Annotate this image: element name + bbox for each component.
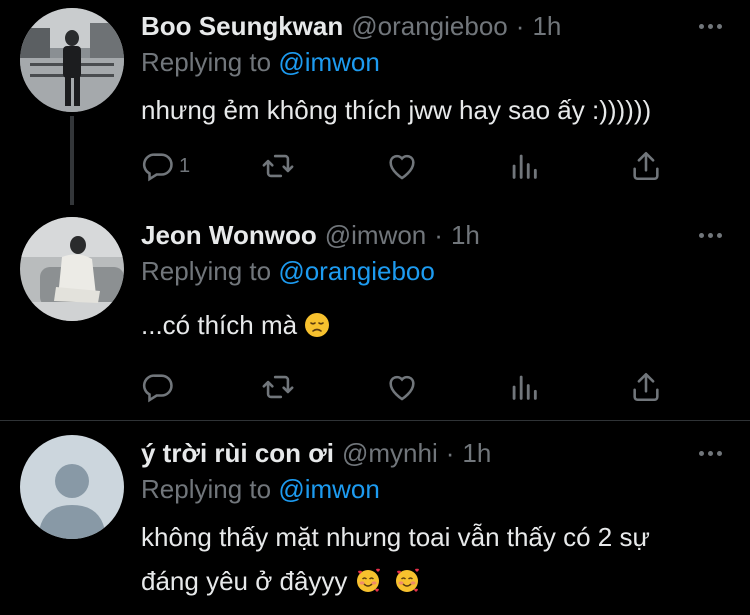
like-button[interactable] [385, 367, 419, 407]
share-button[interactable] [629, 146, 663, 186]
tweet-text: không thấy mặt nhưng toai vẫn thấy có 2 … [141, 515, 731, 603]
share-icon [633, 151, 659, 181]
tweet-text-content: đáng yêu ở đâyyy [141, 566, 348, 596]
retweet-button[interactable] [261, 146, 295, 186]
heart-icon [389, 375, 415, 401]
analytics-icon [512, 375, 537, 400]
separator-dot: · [445, 438, 455, 468]
timestamp[interactable]: 1h [451, 217, 480, 253]
tweet-text-content: ...có thích mà [141, 310, 298, 340]
default-avatar [20, 435, 124, 539]
more-icon[interactable] [699, 16, 722, 36]
user-handle[interactable]: @mynhi [342, 435, 438, 471]
analytics-icon [512, 154, 537, 179]
separator-dot: · [434, 220, 443, 250]
retweet-button[interactable] [261, 367, 295, 407]
tweet-text: nhưng ẻm không thích jww hay sao ấy :)))… [141, 95, 652, 125]
separator-dot: · [515, 11, 525, 41]
mention-link[interactable]: @orangieboo [278, 256, 435, 286]
replying-to: Replying to @orangieboo [141, 253, 435, 289]
share-icon [633, 372, 659, 402]
mention-link[interactable]: @imwon [278, 474, 380, 504]
reply-button[interactable] [141, 367, 175, 407]
tweet-2[interactable]: Jeon Wonwoo @imwon · 1h Replying to @ora… [0, 205, 750, 420]
user-handle[interactable]: @imwon [325, 217, 427, 253]
reply-button[interactable]: 1 [141, 146, 190, 186]
tweet-header: Boo Seungkwan @orangieboo · 1h [141, 8, 561, 44]
replying-prefix: Replying to [141, 474, 272, 504]
reply-icon [142, 374, 173, 403]
avatar[interactable] [20, 8, 124, 112]
smiling-face-with-hearts-emoji [395, 568, 419, 592]
tweet-text: ...có thích mà [141, 303, 731, 347]
share-button[interactable] [629, 367, 663, 407]
tweet-text-line: đáng yêu ở đâyyy [141, 559, 731, 603]
thread-line [70, 116, 74, 205]
display-name[interactable]: Boo Seungkwan [141, 8, 343, 44]
tweet-1[interactable]: Boo Seungkwan @orangieboo · 1h Replying … [0, 0, 750, 205]
tweet-text-line: không thấy mặt nhưng toai vẫn thấy có 2 … [141, 522, 650, 552]
replying-to: Replying to @imwon [141, 44, 380, 80]
display-name[interactable]: ý trời rùi con ơi [141, 435, 334, 471]
avatar[interactable] [20, 435, 124, 539]
timestamp[interactable]: 1h [462, 435, 491, 471]
reply-icon [142, 153, 173, 182]
user-photo-sofa [20, 217, 124, 321]
user-photo-street [20, 8, 124, 112]
like-button[interactable] [385, 146, 419, 186]
replying-prefix: Replying to [141, 256, 272, 286]
timestamp[interactable]: 1h [532, 8, 561, 44]
action-bar [141, 367, 681, 407]
tweet-header: ý trời rùi con ơi @mynhi · 1h [141, 435, 491, 471]
replying-prefix: Replying to [141, 47, 272, 77]
disappointed-face-emoji [305, 313, 330, 337]
views-button[interactable] [507, 146, 541, 186]
user-handle[interactable]: @orangieboo [351, 8, 508, 44]
views-button[interactable] [507, 367, 541, 407]
retweet-icon [262, 375, 294, 399]
smiling-face-with-hearts-emoji [356, 568, 380, 592]
reply-count: 1 [179, 154, 191, 177]
more-icon[interactable] [699, 225, 722, 245]
tweet-3[interactable]: ý trời rùi con ơi @mynhi · 1h Replying t… [0, 421, 750, 615]
tweet-header: Jeon Wonwoo @imwon · 1h [141, 217, 480, 253]
display-name[interactable]: Jeon Wonwoo [141, 217, 317, 253]
action-bar: 1 [141, 146, 681, 186]
replying-to: Replying to @imwon [141, 471, 380, 507]
avatar[interactable] [20, 217, 124, 321]
retweet-icon [262, 154, 294, 178]
mention-link[interactable]: @imwon [278, 47, 380, 77]
heart-icon [389, 154, 415, 180]
more-icon[interactable] [699, 443, 722, 463]
